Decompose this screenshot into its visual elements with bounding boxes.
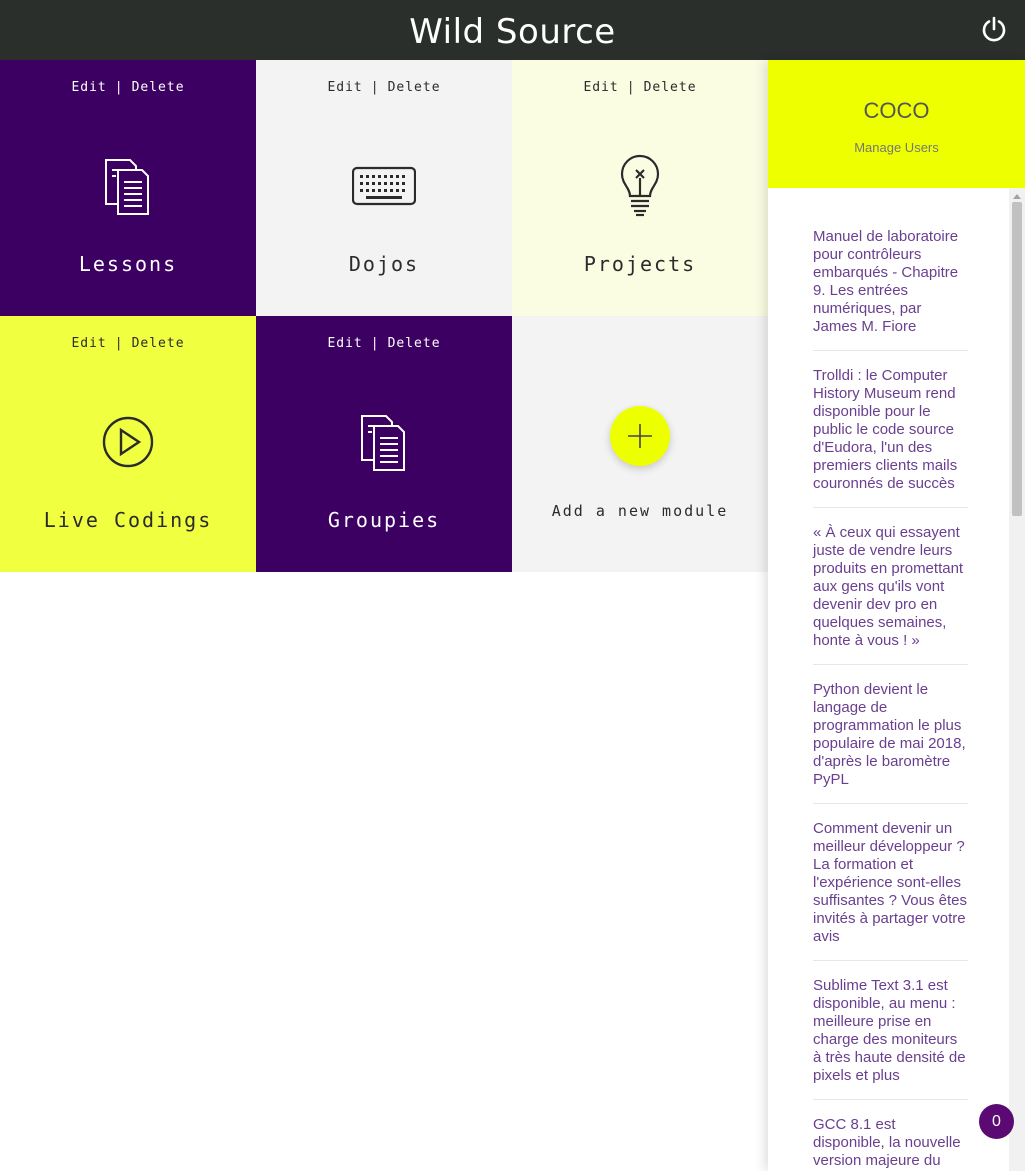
module-tile-lessons[interactable]: Edit | Delete Lessons xyxy=(0,60,256,316)
action-separator: | xyxy=(626,80,636,95)
news-item[interactable]: Comment devenir un meilleur développeur … xyxy=(813,820,968,961)
action-separator: | xyxy=(370,336,380,351)
delete-link[interactable]: Delete xyxy=(644,80,697,95)
action-separator: | xyxy=(370,80,380,95)
news-item[interactable]: GCC 8.1 est disponible, la nouvelle vers… xyxy=(813,1116,968,1171)
keyboard-icon xyxy=(352,166,416,206)
module-tile-dojos[interactable]: Edit | Delete Dojos xyxy=(256,60,512,316)
module-label: Live Codings xyxy=(43,508,213,532)
add-module-tile[interactable]: Add a new module xyxy=(512,316,768,572)
user-name: COCO xyxy=(863,98,930,123)
news-item[interactable]: « À ceux qui essayent juste de vendre le… xyxy=(813,524,968,665)
news-item[interactable]: Python devient le langage de programmati… xyxy=(813,681,968,804)
news-item[interactable]: Trolldi : le Computer History Museum ren… xyxy=(813,367,968,508)
module-label: Lessons xyxy=(78,252,178,276)
delete-link[interactable]: Delete xyxy=(388,80,441,95)
module-actions: Edit | Delete xyxy=(0,80,256,95)
app-title: Wild Source xyxy=(409,12,616,52)
documents-icon xyxy=(361,415,405,471)
module-tile-groupies[interactable]: Edit | Delete Groupies xyxy=(256,316,512,572)
edit-link[interactable]: Edit xyxy=(71,336,106,351)
module-label: Projects xyxy=(583,252,697,276)
edit-link[interactable]: Edit xyxy=(327,80,362,95)
delete-link[interactable]: Delete xyxy=(132,336,185,351)
module-label: Dojos xyxy=(348,252,420,276)
play-circle-icon xyxy=(102,416,154,468)
scrollbar-thumb[interactable] xyxy=(1012,202,1022,516)
right-sidebar: COCO Manage Users Manuel de laboratoire … xyxy=(768,60,1025,1171)
documents-icon xyxy=(105,159,149,215)
edit-link[interactable]: Edit xyxy=(583,80,618,95)
plus-icon xyxy=(628,424,652,448)
news-item[interactable]: Sublime Text 3.1 est disponible, au menu… xyxy=(813,977,968,1100)
top-bar: Wild Source xyxy=(0,0,1025,60)
module-actions: Edit | Delete xyxy=(256,336,512,351)
module-actions: Edit | Delete xyxy=(0,336,256,351)
module-actions: Edit | Delete xyxy=(256,80,512,95)
action-separator: | xyxy=(114,80,124,95)
edit-link[interactable]: Edit xyxy=(71,80,106,95)
news-scrollbar[interactable] xyxy=(1009,188,1025,1171)
module-actions: Edit | Delete xyxy=(512,80,768,95)
module-grid: Edit | Delete Lessons Edit | Delete Dojo… xyxy=(0,60,768,572)
news-item[interactable]: Manuel de laboratoire pour contrôleurs e… xyxy=(813,228,968,351)
user-panel: COCO Manage Users xyxy=(768,60,1025,188)
delete-link[interactable]: Delete xyxy=(388,336,441,351)
power-icon[interactable] xyxy=(981,16,1007,44)
delete-link[interactable]: Delete xyxy=(132,80,185,95)
add-module-label: Add a new module xyxy=(551,502,729,520)
edit-link[interactable]: Edit xyxy=(327,336,362,351)
scroll-up-arrow-icon[interactable] xyxy=(1013,194,1021,199)
add-module-button[interactable] xyxy=(610,406,670,466)
module-label: Groupies xyxy=(327,508,441,532)
module-tile-live-codings[interactable]: Edit | Delete Live Codings xyxy=(0,316,256,572)
manage-users-link[interactable]: Manage Users xyxy=(768,140,1025,155)
lightbulb-icon xyxy=(620,154,660,217)
notification-badge[interactable]: 0 xyxy=(979,1104,1014,1139)
news-feed: Manuel de laboratoire pour contrôleurs e… xyxy=(768,188,1009,1171)
module-tile-projects[interactable]: Edit | Delete Projects xyxy=(512,60,768,316)
action-separator: | xyxy=(114,336,124,351)
